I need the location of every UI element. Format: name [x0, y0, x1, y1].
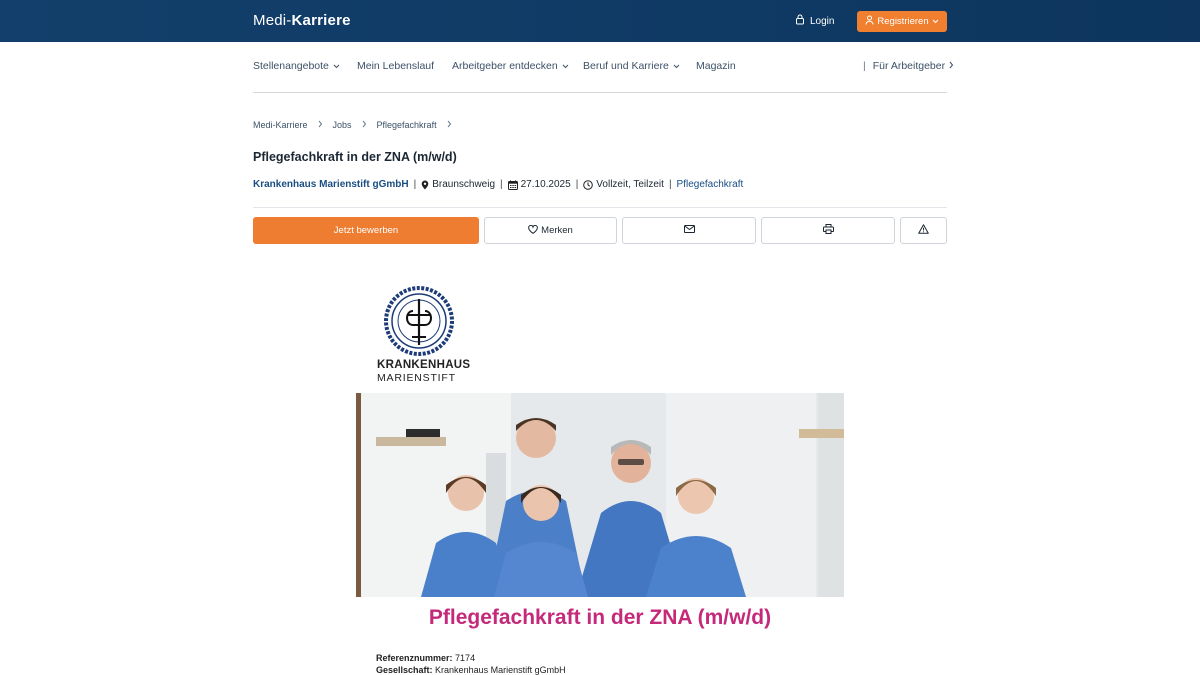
hospital-logo-text-line2: MARIENSTIFT [377, 372, 456, 384]
company-label: Gesellschaft: [376, 665, 433, 675]
login-label: Login [810, 15, 835, 27]
user-icon [865, 15, 874, 28]
nav-item-lebenslauf[interactable]: Mein Lebenslauf [357, 60, 434, 72]
breadcrumb-item-category[interactable]: Pflegefachkraft [377, 120, 437, 130]
warning-icon [918, 224, 929, 237]
report-button[interactable] [900, 217, 947, 244]
lock-icon [795, 14, 805, 28]
chevron-down-icon [932, 16, 939, 27]
nav-divider: | [863, 60, 866, 72]
breadcrumb: Medi-Karriere Jobs Pflegefachkraft [253, 120, 462, 130]
chevron-down-icon [333, 60, 340, 72]
chevron-right-icon [362, 120, 367, 130]
site-logo[interactable]: Medi-Karriere [253, 12, 351, 29]
page-title: Pflegefachkraft in der ZNA (m/w/d) [253, 150, 457, 164]
register-button[interactable]: Registrieren [857, 11, 947, 32]
reference-info: Referenznummer: 7174 Gesellschaft: Krank… [376, 652, 566, 675]
hospital-logo-text-line1: KRANKENHAUS [377, 359, 471, 371]
chevron-right-icon [949, 60, 954, 72]
job-date: 27.10.2025 [520, 179, 571, 190]
content-heading: Pflegefachkraft in der ZNA (m/w/d) [428, 606, 772, 629]
mail-icon [683, 225, 695, 236]
meta-divider: | [500, 179, 503, 190]
email-button[interactable] [622, 217, 756, 244]
job-employment-type: Vollzeit, Teilzeit [596, 179, 664, 190]
apply-button[interactable]: Jetzt bewerben [253, 217, 479, 244]
login-button[interactable]: Login [795, 14, 834, 28]
job-meta: Krankenhaus Marienstift gGmbH | Braunsch… [253, 179, 743, 190]
company-link[interactable]: Krankenhaus Marienstift gGmbH [253, 179, 409, 190]
reference-number-value: 7174 [455, 653, 476, 663]
clock-icon [583, 179, 594, 190]
team-photo [356, 393, 844, 597]
save-button[interactable]: Merken [484, 217, 617, 244]
reference-number-row: Referenznummer: 7174 [376, 652, 566, 664]
register-label: Registrieren [877, 16, 929, 27]
chevron-down-icon [673, 60, 680, 72]
main-nav: Stellenangebote Mein Lebenslauf Arbeitge… [253, 60, 954, 74]
printer-icon [822, 224, 834, 237]
top-header: Medi-Karriere Login Registrieren [0, 0, 1200, 42]
nav-divider-line [253, 92, 947, 93]
breadcrumb-item-jobs[interactable]: Jobs [333, 120, 352, 130]
meta-divider: | [413, 179, 417, 190]
meta-divider: | [575, 179, 579, 190]
job-location: Braunschweig [432, 179, 496, 190]
nav-item-stellenangebote[interactable]: Stellenangebote [253, 60, 340, 72]
job-category-link[interactable]: Pflegefachkraft [677, 179, 744, 190]
nav-item-magazin[interactable]: Magazin [696, 60, 736, 72]
company-row: Gesellschaft: Krankenhaus Marienstift gG… [376, 664, 566, 675]
chevron-right-icon [318, 120, 323, 130]
nav-item-fuer-arbeitgeber[interactable]: | Für Arbeitgeber [863, 60, 954, 72]
chevron-down-icon [562, 60, 569, 72]
map-pin-icon [421, 180, 429, 190]
meta-divider-line [253, 207, 947, 208]
print-button[interactable] [761, 217, 895, 244]
calendar-icon [507, 180, 518, 190]
company-value: Krankenhaus Marienstift gGmbH [435, 665, 566, 675]
reference-number-label: Referenznummer: [376, 653, 453, 663]
chevron-right-icon [447, 120, 452, 130]
nav-item-beruf-und-karriere[interactable]: Beruf und Karriere [583, 60, 680, 72]
meta-divider: | [668, 179, 672, 190]
heart-icon [528, 224, 538, 237]
nav-item-arbeitgeber-entdecken[interactable]: Arbeitgeber entdecken [452, 60, 569, 72]
breadcrumb-item-home[interactable]: Medi-Karriere [253, 120, 308, 130]
